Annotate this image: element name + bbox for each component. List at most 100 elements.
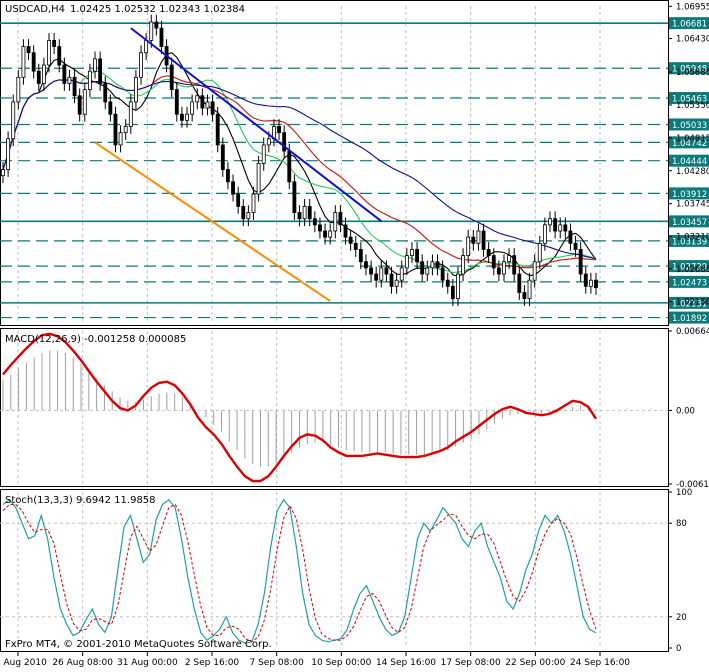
candle-body — [246, 212, 251, 220]
candle-body — [323, 230, 327, 238]
price-tick-label: 1.06430 — [676, 35, 709, 45]
candle-body — [77, 95, 82, 115]
candle-body — [128, 101, 133, 127]
candle-body — [266, 138, 271, 146]
time-tick-label: 14 Sep 16:00 — [376, 658, 436, 668]
candle-body — [149, 21, 154, 41]
candle-body — [588, 279, 593, 287]
macd-series — [2, 332, 598, 483]
candle-body — [343, 224, 348, 238]
candle-body — [36, 70, 41, 84]
chart-window: 1.06681 1.05948 1.05463 1.05033 1.04742 1.044… — [0, 0, 709, 668]
time-tick-label: 31 Aug 00:00 — [117, 658, 178, 668]
candle-body — [159, 27, 164, 47]
candle-body — [133, 76, 138, 103]
candle-body — [256, 162, 261, 195]
ma-green-line — [2, 70, 597, 274]
candle-body — [103, 83, 108, 103]
candle-body — [236, 193, 241, 207]
candle-body — [450, 285, 455, 300]
candle-body — [568, 230, 573, 244]
candle-body — [527, 279, 532, 300]
stoch-tick-label: 20 — [676, 613, 687, 623]
chart-canvas[interactable]: 1.066811.059481.054631.050331.047421.044… — [0, 0, 709, 668]
time-tick-label: 7 Sep 08:00 — [249, 658, 304, 668]
candle-body — [220, 144, 225, 170]
candle-body — [456, 273, 460, 300]
macd-title: MACD(12,26,9) -0.001258 0.000085 — [5, 334, 186, 345]
candle-body — [169, 64, 174, 91]
candle-body — [52, 40, 57, 47]
symbol-label: USDCAD,H4 — [5, 4, 65, 15]
candle-body — [123, 126, 128, 134]
candle-body — [532, 261, 537, 281]
time-axis: 23 Aug 2010 26 Aug 08:00 31 Aug 00:00 2 Sep… — [0, 652, 630, 668]
horizontal-levels: 1.066811.059481.054631.050331.047421.044… — [0, 17, 709, 324]
trendlines[interactable] — [94, 27, 382, 302]
candle-body — [205, 101, 210, 109]
price-tick-label: 1.04280 — [676, 167, 709, 177]
stoch-tick-label: 0 — [676, 644, 681, 654]
candle-body — [108, 101, 113, 115]
ma-black-line — [2, 52, 597, 277]
time-tick-label: 10 Sep 00:00 — [311, 658, 371, 668]
candle-body — [517, 273, 522, 293]
price-tick-label: 1.03210 — [676, 233, 709, 243]
candle-body — [226, 169, 230, 183]
ohlc-label: 1.02425 1.02532 1.02343 1.02384 — [70, 4, 245, 15]
candle-body — [210, 101, 215, 115]
candle-body — [231, 181, 235, 195]
candle-body — [333, 212, 338, 232]
candle-body — [26, 46, 31, 54]
price-tick-label: 1.04815 — [676, 134, 709, 144]
level-label: 1.03912 — [672, 190, 707, 200]
candle-body — [369, 267, 373, 275]
candle-body — [374, 273, 379, 281]
candle-body — [563, 224, 568, 232]
candle-body — [16, 76, 21, 103]
candle-body — [62, 64, 67, 84]
candle-body — [573, 242, 578, 250]
candle-body — [594, 279, 598, 288]
candle-body — [466, 236, 471, 257]
level-label: 1.01892 — [672, 314, 707, 324]
candle-body — [292, 181, 297, 213]
candle-body — [542, 224, 547, 244]
candle-body — [93, 58, 97, 72]
time-tick-label: 2 Sep 16:00 — [185, 658, 240, 668]
price-tick-label: 1.02685 — [676, 265, 709, 275]
level-label: 1.05033 — [672, 121, 707, 131]
candle-body — [190, 101, 195, 115]
macd-panel-frame — [0, 328, 669, 487]
macd-line — [2, 332, 598, 483]
candle-body — [154, 21, 159, 29]
candle-body — [537, 242, 542, 263]
price-tick-label: 1.05885 — [676, 68, 709, 78]
candle-body — [471, 236, 476, 244]
candle-body — [72, 76, 77, 97]
candle-body — [507, 255, 512, 263]
candle-body — [522, 292, 527, 300]
candle-body — [57, 46, 62, 66]
candle-body — [297, 212, 302, 220]
candle-body — [476, 230, 481, 244]
candle-body — [98, 58, 103, 84]
candle-body — [583, 273, 588, 287]
candle-body — [195, 95, 200, 103]
candle-body — [389, 273, 394, 287]
candle-body — [302, 206, 307, 220]
candle-body — [174, 89, 179, 115]
candle-body — [241, 206, 246, 220]
macd-tick-label: 0.00 — [676, 406, 695, 416]
stoch-title: Stoch(13,3,3) 9.6942 11.9858 — [5, 495, 156, 506]
ma-navy-line — [2, 79, 597, 260]
time-tick-label: 23 Aug 2010 — [0, 658, 47, 668]
candle-body — [481, 230, 486, 250]
candle-body — [287, 150, 292, 183]
candle-body — [348, 236, 353, 244]
candle-body — [312, 218, 317, 226]
level-label: 1.04444 — [672, 157, 707, 167]
candle-body — [144, 40, 149, 54]
candle-body — [328, 230, 333, 238]
candle-body — [113, 113, 118, 146]
